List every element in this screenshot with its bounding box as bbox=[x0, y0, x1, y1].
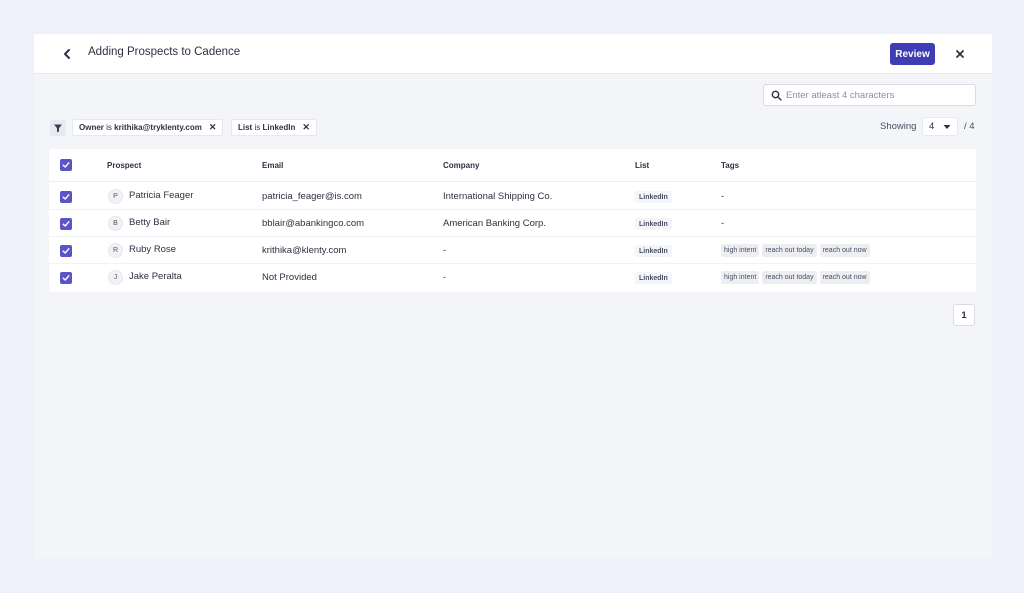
column-header-company[interactable]: Company bbox=[443, 161, 479, 170]
column-header-tags[interactable]: Tags bbox=[721, 161, 739, 170]
back-arrow-icon[interactable] bbox=[58, 45, 76, 63]
prospect-name[interactable]: Ruby Rose bbox=[129, 244, 176, 255]
cadence-window: Adding Prospects to Cadence Review Owner… bbox=[34, 34, 992, 559]
list-badge: LinkedIn bbox=[635, 272, 672, 284]
filter-op: is bbox=[254, 123, 261, 132]
filter-key: Owner bbox=[79, 123, 104, 132]
prospect-company: International Shipping Co. bbox=[443, 191, 553, 202]
tag: reach out today bbox=[762, 244, 817, 257]
list-badge: LinkedIn bbox=[635, 218, 672, 230]
total-count: / 4 bbox=[964, 121, 975, 132]
filter-key: List bbox=[238, 123, 253, 132]
tag: reach out now bbox=[819, 271, 870, 284]
per-page-value: 4 bbox=[929, 121, 935, 132]
row-checkbox[interactable] bbox=[60, 191, 72, 203]
review-button[interactable]: Review bbox=[890, 43, 935, 65]
avatar: P bbox=[108, 189, 123, 204]
tag: reach out now bbox=[819, 244, 870, 257]
top-bar: Adding Prospects to Cadence Review bbox=[34, 34, 992, 74]
caret-down-icon bbox=[943, 124, 951, 129]
column-header-list[interactable]: List bbox=[635, 161, 649, 170]
tag: high intent bbox=[721, 244, 760, 257]
list-badge: LinkedIn bbox=[635, 245, 672, 257]
filter-chip-list: List is LinkedIn ✕ bbox=[231, 119, 317, 136]
prospect-name[interactable]: Jake Peralta bbox=[129, 271, 182, 282]
prospect-name[interactable]: Betty Bair bbox=[129, 217, 170, 228]
row-checkbox[interactable] bbox=[60, 245, 72, 257]
page-button[interactable]: 1 bbox=[953, 304, 975, 326]
page-title: Adding Prospects to Cadence bbox=[88, 46, 241, 58]
avatar: R bbox=[108, 243, 123, 258]
row-checkbox[interactable] bbox=[60, 218, 72, 230]
avatar: J bbox=[108, 270, 123, 285]
close-icon[interactable] bbox=[951, 45, 969, 63]
table-row[interactable]: B Betty Bair bblair@abankingco.com Ameri… bbox=[49, 210, 976, 237]
per-page-select[interactable]: 4 bbox=[922, 117, 958, 136]
filter-chip-owner: Owner is krithika@tryklenty.com ✕ bbox=[72, 119, 224, 136]
search-box bbox=[763, 84, 976, 106]
prospect-company: - bbox=[443, 245, 447, 256]
search-icon bbox=[771, 90, 782, 101]
prospect-name[interactable]: Patricia Feager bbox=[129, 190, 193, 201]
search-input[interactable] bbox=[786, 87, 971, 103]
tag: reach out today bbox=[762, 271, 817, 284]
column-header-prospect[interactable]: Prospect bbox=[107, 161, 141, 170]
avatar: B bbox=[108, 216, 123, 231]
prospects-table: Prospect Email Company List Tags P Patri… bbox=[49, 149, 976, 292]
tag-list: high intent reach out today reach out no… bbox=[721, 271, 870, 284]
showing-label: Showing bbox=[880, 121, 917, 132]
tag: high intent bbox=[721, 271, 760, 284]
filter-op: is bbox=[106, 123, 112, 132]
table-row[interactable]: J Jake Peralta Not Provided - LinkedIn h… bbox=[49, 264, 976, 291]
select-all-checkbox[interactable] bbox=[60, 159, 72, 171]
prospect-company: - bbox=[443, 272, 447, 283]
prospect-company: American Banking Corp. bbox=[443, 218, 546, 229]
row-checkbox[interactable] bbox=[60, 272, 72, 284]
prospect-email: patricia_feager@is.com bbox=[262, 191, 362, 202]
filter-icon[interactable] bbox=[50, 120, 66, 136]
table-header: Prospect Email Company List Tags bbox=[49, 149, 976, 182]
prospect-email: Not Provided bbox=[262, 272, 317, 283]
filter-value: LinkedIn bbox=[262, 123, 296, 132]
tag-list: high intent reach out today reach out no… bbox=[721, 244, 870, 257]
prospect-email: krithika@klenty.com bbox=[262, 245, 347, 256]
list-badge: LinkedIn bbox=[635, 191, 672, 203]
prospect-email: bblair@abankingco.com bbox=[262, 218, 365, 229]
tags-empty: - bbox=[721, 191, 725, 202]
table-row[interactable]: R Ruby Rose krithika@klenty.com - Linked… bbox=[49, 237, 976, 264]
column-header-email[interactable]: Email bbox=[262, 161, 283, 170]
filter-value: krithika@tryklenty.com bbox=[114, 123, 202, 132]
tags-empty: - bbox=[721, 218, 725, 229]
table-row[interactable]: P Patricia Feager patricia_feager@is.com… bbox=[49, 183, 976, 210]
remove-filter-icon[interactable]: ✕ bbox=[302, 122, 310, 133]
remove-filter-icon[interactable]: ✕ bbox=[209, 122, 217, 133]
